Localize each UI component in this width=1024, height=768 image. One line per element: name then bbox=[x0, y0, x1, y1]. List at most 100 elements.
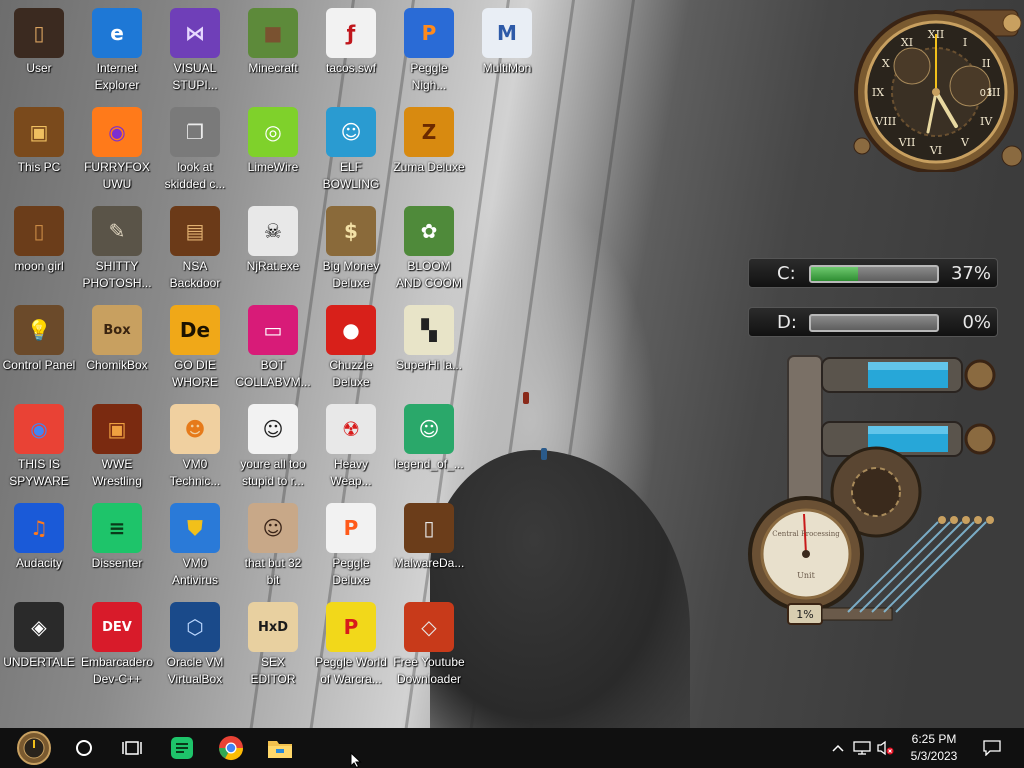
desktop-icon[interactable]: ▤ NSA Backdoor bbox=[156, 198, 234, 294]
show-hidden-icons-button[interactable] bbox=[828, 728, 848, 768]
dissenter-taskbar[interactable] bbox=[158, 728, 206, 768]
start-button[interactable] bbox=[8, 728, 60, 768]
desktop-icon-label: WWE Wrestling bbox=[92, 457, 142, 488]
desktop-icon[interactable]: P Peggle Deluxe bbox=[312, 495, 390, 591]
desktop-icon[interactable]: M MultiMon bbox=[468, 0, 546, 96]
desktop-icon-label: Zuma Deluxe bbox=[393, 160, 465, 174]
limewire-icon: ◎ bbox=[248, 107, 298, 157]
drive-meter[interactable]: D: 0% bbox=[748, 307, 998, 337]
desktop-icon[interactable]: ≡ Dissenter bbox=[78, 495, 156, 591]
desktop-icon[interactable]: $ Big Money Deluxe bbox=[312, 198, 390, 294]
desktop-icon[interactable]: e Internet Explorer bbox=[78, 0, 156, 96]
desktop-icon-label: Peggle Nigh... bbox=[410, 61, 448, 92]
desktop-icon[interactable]: 💡 Control Panel bbox=[0, 297, 78, 393]
desktop-icon[interactable]: ⛊ VM0 Antivirus bbox=[156, 495, 234, 591]
clock-numeral: VIII bbox=[874, 115, 896, 128]
user-folder-icon: ▯ bbox=[14, 8, 64, 58]
flash-file-icon: ƒ bbox=[326, 8, 376, 58]
clock-numeral: XI bbox=[901, 36, 913, 49]
desktop-icon-label: MalwareDa... bbox=[393, 556, 465, 570]
drive-label: C: bbox=[777, 263, 796, 284]
desktop-icon[interactable]: P Peggle Nigh... bbox=[390, 0, 468, 96]
desktop-icon[interactable]: ❐ look at skidded c... bbox=[156, 99, 234, 195]
desktop-icon[interactable]: ✎ SHITTY PHOTOSH... bbox=[78, 198, 156, 294]
desktop-icon[interactable]: ■ Minecraft bbox=[234, 0, 312, 96]
desktop-icon-label: Big Money Deluxe bbox=[322, 259, 380, 290]
clock-numeral: X bbox=[882, 57, 890, 70]
cpu-pipes-gadget[interactable]: Central Processing Unit 1% bbox=[748, 346, 998, 632]
dev-cpp-icon: DEV bbox=[92, 602, 142, 652]
technician-icon: ☻ bbox=[170, 404, 220, 454]
desktop-icon[interactable]: ◉ FURRYFOX UWU bbox=[78, 99, 156, 195]
desktop-icon[interactable]: ƒ tacos.swf bbox=[312, 0, 390, 96]
desktop-icon[interactable]: ◎ LimeWire bbox=[234, 99, 312, 195]
collabvm-icon: ▭ bbox=[248, 305, 298, 355]
clock-numeral: IV bbox=[980, 115, 993, 128]
dev-editor-icon: De bbox=[170, 305, 220, 355]
file-stack-icon: ❐ bbox=[170, 107, 220, 157]
desktop-icon[interactable]: ▯ MalwareDa... bbox=[390, 495, 468, 591]
desktop-icon-label: VISUAL STUPI... bbox=[172, 61, 218, 92]
desktop-icon-label: Chuzzle Deluxe bbox=[329, 358, 373, 389]
drive-usage-bar bbox=[809, 314, 939, 332]
chrome-taskbar[interactable] bbox=[207, 728, 255, 768]
desktop-icon-label: FURRYFOX UWU bbox=[84, 160, 150, 191]
desktop-icon[interactable]: ☻ VM0 Technic... bbox=[156, 396, 234, 492]
mouse-cursor-icon bbox=[350, 752, 362, 768]
desktop-icon[interactable]: ♫ Audacity bbox=[0, 495, 78, 591]
wwe-wrestling-icon: ▣ bbox=[92, 404, 142, 454]
volume-tray-button[interactable] bbox=[874, 728, 896, 768]
climber-figure bbox=[541, 448, 547, 460]
desktop-icon[interactable]: ● Chuzzle Deluxe bbox=[312, 297, 390, 393]
cortana-button[interactable] bbox=[60, 728, 108, 768]
desktop-icon[interactable]: ▯ moon girl bbox=[0, 198, 78, 294]
desktop-icon-label: Heavy Weap... bbox=[330, 457, 372, 488]
desktop-icon[interactable]: Box ChomikBox bbox=[78, 297, 156, 393]
taskbar-clock[interactable]: 6:25 PM 5/3/2023 bbox=[896, 731, 972, 765]
desktop-icon[interactable]: ⬡ Oracle VM VirtualBox bbox=[156, 594, 234, 690]
desktop-icon[interactable]: ◉ THIS IS SPYWARE bbox=[0, 396, 78, 492]
desktop-icon[interactable]: ▣ This PC bbox=[0, 99, 78, 195]
drive-percent: 37% bbox=[950, 263, 991, 284]
desktop-icon[interactable]: ✿ BLOOM AND COOM bbox=[390, 198, 468, 294]
desktop-icon[interactable]: ▭ BOT COLLABVM... bbox=[234, 297, 312, 393]
chrome-icon: ◉ bbox=[14, 404, 64, 454]
desktop-icon-label: GO DIE WHORE bbox=[172, 358, 218, 389]
steampunk-clock-gadget[interactable]: XIIIIIIIIIVVVIVIIVIIIIXXXI 03 bbox=[852, 6, 1022, 172]
visual-studio-icon: ⋈ bbox=[170, 8, 220, 58]
drive-meter[interactable]: C: 37% bbox=[748, 258, 998, 288]
task-view-button[interactable] bbox=[108, 728, 156, 768]
desktop-icon-label: NSA Backdoor bbox=[169, 259, 221, 290]
desktop-icon[interactable]: ☺ that but 32 bit bbox=[234, 495, 312, 591]
desktop-icon[interactable]: ☢ Heavy Weap... bbox=[312, 396, 390, 492]
desktop-icon[interactable]: ◈ UNDERTALE bbox=[0, 594, 78, 690]
desktop-icon[interactable]: ☠ NjRat.exe bbox=[234, 198, 312, 294]
peggle-deluxe-icon: P bbox=[326, 503, 376, 553]
portrait-sketch-icon: ☺ bbox=[248, 404, 298, 454]
audacity-icon: ♫ bbox=[14, 503, 64, 553]
desktop-icon[interactable]: ☺ youre all too stupid to r... bbox=[234, 396, 312, 492]
desktop-icon[interactable]: ▯ User bbox=[0, 0, 78, 96]
file-explorer-taskbar[interactable] bbox=[256, 728, 304, 768]
action-center-button[interactable] bbox=[978, 728, 1006, 768]
malware-folder-icon: ▯ bbox=[404, 503, 454, 553]
network-tray-button[interactable] bbox=[850, 728, 874, 768]
desktop-icon[interactable]: ☺ legend_of_... bbox=[390, 396, 468, 492]
desktop-icon[interactable]: DEV Embarcadero Dev-C++ bbox=[78, 594, 156, 690]
gauge-title: Central Processing bbox=[772, 530, 840, 538]
desktop-icon[interactable]: HxD SEX EDITOR bbox=[234, 594, 312, 690]
desktop-icon-label: look at skidded c... bbox=[164, 160, 226, 191]
desktop-icon[interactable]: ⋈ VISUAL STUPI... bbox=[156, 0, 234, 96]
portrait-painting-icon: ☺ bbox=[248, 503, 298, 553]
desktop-icon[interactable]: De GO DIE WHORE bbox=[156, 297, 234, 393]
desktop-icon[interactable]: ▣ WWE Wrestling bbox=[78, 396, 156, 492]
desktop-icon-label: Minecraft bbox=[248, 61, 298, 75]
desktop-icon[interactable]: ☺ ELF BOWLING bbox=[312, 99, 390, 195]
desktop-icon[interactable]: P Peggle World of Warcra... bbox=[312, 594, 390, 690]
internet-explorer-icon: e bbox=[92, 8, 142, 58]
desktop-icon[interactable]: ◇ Free Youtube Downloader bbox=[390, 594, 468, 690]
desktop-icon[interactable]: Z Zuma Deluxe bbox=[390, 99, 468, 195]
desktop-icon[interactable]: ▚ SuperHi la... bbox=[390, 297, 468, 393]
desktop-icon-label: Control Panel bbox=[2, 358, 76, 372]
desktop-icon-label: Embarcadero Dev-C++ bbox=[80, 655, 154, 686]
